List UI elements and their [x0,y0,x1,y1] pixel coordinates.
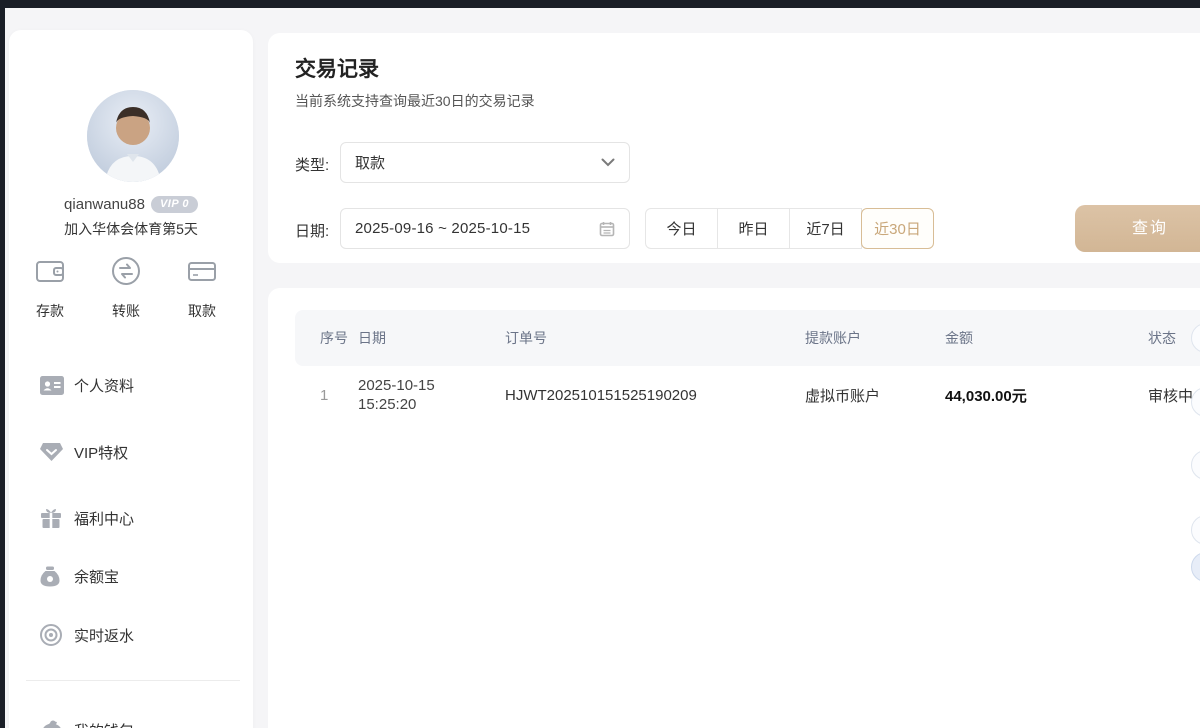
sidebar-item-benefits[interactable]: 福利中心 [9,502,253,534]
type-select[interactable]: 取款 [340,142,630,183]
sidebar-divider [26,680,240,681]
gift-icon [40,506,66,530]
id-card-icon [40,373,66,397]
sidebar-item-my-wallet[interactable]: 我的钱包 [9,714,253,728]
window-left-frame [0,0,5,728]
date-range-presets: 今日 昨日 近7日 近30日 [645,208,934,249]
sidebar-item-rebate[interactable]: 实时返水 [9,619,253,651]
sidebar-item-label: VIP特权 [74,442,128,463]
table-header-row: 序号 日期 订单号 提款账户 金额 状态 [295,310,1200,366]
cell-date-line2: 15:25:20 [358,396,416,413]
column-header-order: 订单号 [505,328,805,348]
quick-action-label: 转账 [86,301,166,321]
vip-gem-icon [40,440,66,464]
window-top-frame [0,0,1200,8]
sidebar-item-label: 实时返水 [74,625,134,646]
quick-action-deposit[interactable]: 存款 [10,254,90,321]
cell-index: 1 [320,387,358,404]
preset-7days-button[interactable]: 近7日 [789,208,862,249]
quick-action-label: 存款 [10,301,90,321]
piggy-bank-icon [40,718,66,728]
bank-card-icon [185,254,219,288]
column-header-amount: 金额 [945,328,1148,348]
column-header-date: 日期 [358,328,505,348]
money-pouch-icon [40,564,66,588]
quick-action-withdraw[interactable]: 取款 [162,254,242,321]
preset-today-button[interactable]: 今日 [645,208,718,249]
date-filter-label: 日期: [295,220,329,241]
quick-action-label: 取款 [162,301,242,321]
preset-yesterday-button[interactable]: 昨日 [717,208,790,249]
page-title: 交易记录 [295,53,379,83]
filter-card: 交易记录 当前系统支持查询最近30日的交易记录 类型: 取款 日期: 2025-… [268,33,1200,263]
cell-account: 虚拟币账户 [805,385,945,406]
page-subtitle: 当前系统支持查询最近30日的交易记录 [295,91,535,111]
preset-30days-button[interactable]: 近30日 [861,208,934,249]
vip-badge: VIP 0 [151,196,198,213]
user-row: qianwanu88 VIP 0 [9,193,253,215]
sidebar-item-yuebao[interactable]: 余额宝 [9,560,253,592]
sidebar-item-label: 余额宝 [74,566,119,587]
transactions-table-card: 序号 日期 订单号 提款账户 金额 状态 1 2025-10-15 15:25:… [268,288,1200,728]
date-range-value: 2025-09-16 ~ 2025-10-15 [355,220,599,237]
calendar-icon [599,221,615,237]
cell-order-no: HJWT202510151525190209 [505,387,805,404]
avatar[interactable] [87,90,179,182]
type-filter-label: 类型: [295,154,329,175]
username: qianwanu88 [64,196,145,213]
coin-icon [40,623,66,647]
join-days-text: 加入华体会体育第5天 [9,219,253,239]
sidebar-item-label: 个人资料 [74,375,134,396]
sidebar: qianwanu88 VIP 0 加入华体会体育第5天 存款 [9,30,253,728]
page: qianwanu88 VIP 0 加入华体会体育第5天 存款 [0,0,1200,728]
sidebar-item-label: 福利中心 [74,508,134,529]
cell-date: 2025-10-15 15:25:20 [358,376,505,414]
sidebar-item-profile[interactable]: 个人资料 [9,369,253,401]
cell-date-line1: 2025-10-15 [358,377,435,394]
transfer-icon [109,254,143,288]
date-range-input[interactable]: 2025-09-16 ~ 2025-10-15 [340,208,630,249]
quick-action-transfer[interactable]: 转账 [86,254,166,321]
query-button[interactable]: 查询 [1075,205,1200,252]
column-header-index: 序号 [320,328,358,348]
cell-amount: 44,030.00元 [945,385,1148,406]
column-header-account: 提款账户 [805,328,945,348]
table-row: 1 2025-10-15 15:25:20 HJWT20251015152519… [295,366,1200,424]
avatar-image [87,90,179,182]
type-select-value: 取款 [355,152,601,173]
chevron-down-icon [601,158,615,167]
sidebar-item-label: 我的钱包 [74,720,134,728]
wallet-icon [33,254,67,288]
sidebar-item-vip[interactable]: VIP特权 [9,436,253,468]
